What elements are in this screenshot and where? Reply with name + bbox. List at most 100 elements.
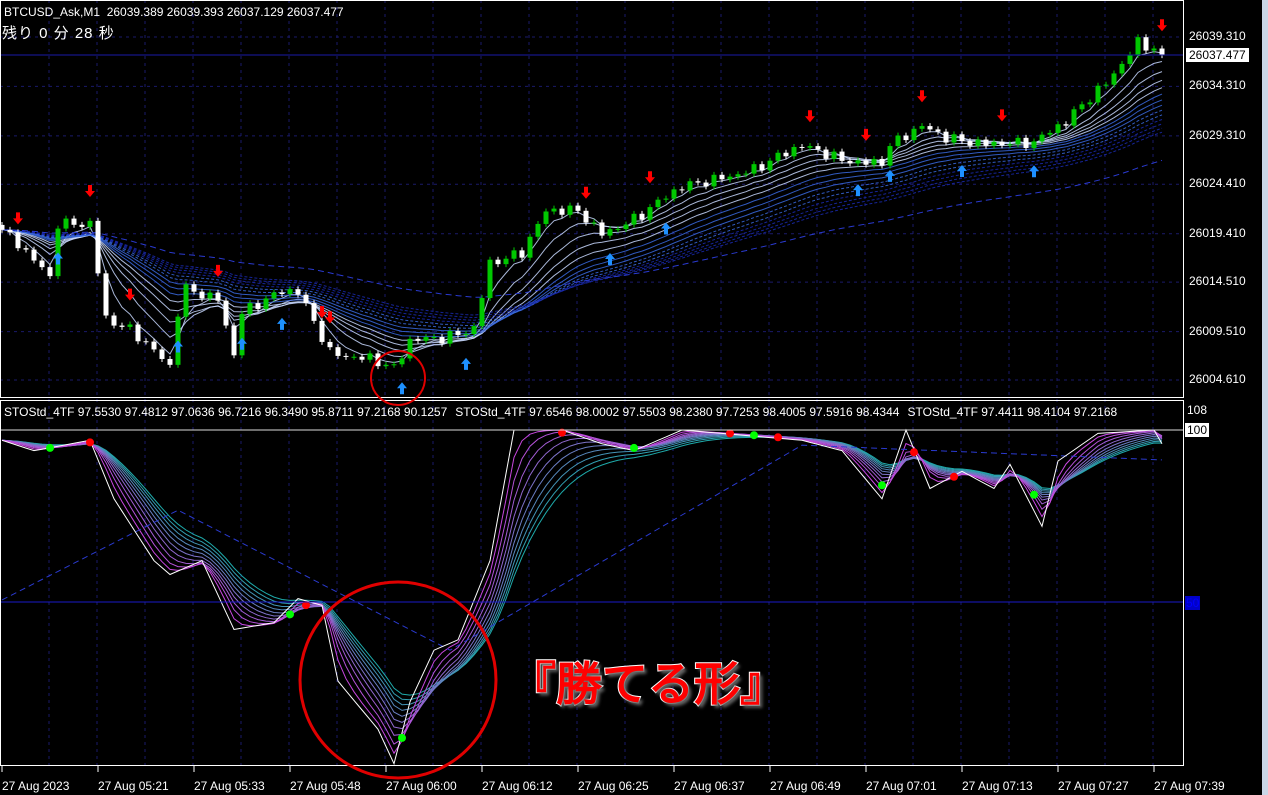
bull-candle	[711, 174, 717, 187]
bear-candle	[191, 284, 197, 292]
bull-candle	[1119, 63, 1125, 74]
bear-candle	[759, 164, 765, 171]
bull-candle	[991, 141, 997, 146]
bull-candle	[63, 218, 69, 229]
chart-header: BTCUSD_Ask,M1 26039.389 26039.393 26037.…	[4, 5, 344, 19]
ma-line	[1, 114, 1163, 326]
ma-line	[1, 79, 1163, 346]
bull-candle	[751, 164, 757, 174]
bull-candle	[511, 250, 517, 259]
bear-candle	[935, 129, 941, 132]
bear-candle	[927, 126, 933, 130]
price-tick-label: 26039.310	[1189, 29, 1246, 43]
bull-candle	[919, 126, 925, 129]
bull-candle	[975, 139, 981, 146]
up-arrow-icon	[885, 169, 895, 182]
bull-candle	[647, 207, 653, 220]
bull-candle	[479, 298, 485, 327]
bull-candle	[807, 146, 813, 148]
down-arrow-icon	[997, 109, 1007, 122]
ma-line	[1, 61, 1163, 358]
bear-candle	[311, 303, 317, 321]
bull-candle	[743, 173, 749, 175]
ohlc-values: 26039.389 26039.393 26037.129 26037.477	[106, 5, 344, 19]
indicator-values-1: STOStd_4TF 97.5530 97.4812 97.0636 96.72…	[4, 405, 448, 419]
bull-candle	[855, 160, 861, 164]
ma-line	[1, 99, 1163, 335]
price-tick-label: 26019.410	[1189, 225, 1246, 240]
bear-candle	[847, 160, 853, 164]
bull-candle	[1103, 84, 1109, 86]
bull-candle	[951, 134, 957, 143]
up-arrow-icon	[461, 357, 471, 370]
bull-candle	[247, 303, 253, 314]
bull-candle	[1095, 85, 1101, 103]
bull-candle	[1127, 54, 1133, 64]
bear-candle	[863, 160, 869, 165]
bear-candle	[319, 320, 325, 342]
window-edge-scrollbar[interactable]	[1262, 0, 1268, 795]
indicator-axis-108: 108	[1187, 403, 1208, 417]
bull-candle	[591, 222, 597, 224]
bear-candle	[439, 337, 445, 344]
bull-candle	[615, 229, 621, 231]
indicator-header: STOStd_4TF 97.5530 97.4812 97.0636 96.72…	[4, 405, 1125, 419]
bull-candle	[623, 224, 629, 230]
highlight-circle-price	[370, 350, 426, 406]
sell-signal-dot	[86, 438, 94, 447]
bear-candle	[39, 260, 45, 268]
bear-candle	[679, 189, 685, 191]
time-tick-label: 27 Aug 05:33	[194, 779, 265, 793]
down-arrow-icon	[917, 90, 927, 103]
bear-candle	[223, 300, 229, 326]
down-arrow-icon	[1157, 19, 1167, 32]
bull-candle	[1151, 48, 1157, 51]
ma-ribbon	[1, 51, 1163, 364]
bull-candle	[1111, 73, 1117, 85]
annotation-text: 『勝てる形』	[509, 657, 787, 711]
time-tick-label: 27 Aug 06:00	[386, 779, 457, 793]
down-arrow-icon	[805, 110, 815, 123]
buy-signal-dot	[750, 431, 758, 440]
bear-candle	[583, 210, 589, 223]
time-tick-label: 27 Aug 07:13	[962, 779, 1033, 793]
up-arrow-icon	[1029, 165, 1039, 178]
bear-candle	[7, 229, 13, 233]
candles	[0, 34, 1165, 370]
bear-candle	[943, 131, 949, 143]
bear-candle	[359, 356, 365, 360]
bear-candle	[1159, 48, 1165, 56]
time-tick-label: 27 Aug 06:25	[578, 779, 649, 793]
time-tick-label: 27 Aug 07:01	[866, 779, 937, 793]
buy-signal-dot	[878, 481, 886, 490]
bull-candle	[527, 236, 533, 258]
bull-candle	[87, 220, 93, 227]
price-tick-label: 26024.410	[1189, 176, 1246, 191]
bull-candle	[1079, 104, 1085, 110]
down-arrow-icon	[861, 128, 871, 141]
bear-candle	[23, 248, 29, 250]
bull-candle	[607, 229, 613, 236]
bear-candle	[719, 174, 725, 180]
symbol-label: BTCUSD_Ask,M1	[4, 5, 101, 19]
bear-candle	[215, 292, 221, 301]
time-tick-label: 27 Aug 07:27	[1058, 779, 1129, 793]
bull-candle	[831, 151, 837, 159]
down-arrow-icon	[13, 212, 23, 225]
bull-candle	[671, 189, 677, 199]
bear-candle	[31, 249, 37, 261]
bull-candle	[1055, 124, 1061, 133]
bull-candle	[775, 152, 781, 161]
ma-line	[1, 51, 1163, 364]
up-arrow-icon	[173, 340, 183, 353]
bear-candle	[599, 222, 605, 236]
bull-candle	[447, 331, 453, 344]
bear-candle	[151, 341, 157, 350]
bear-candle	[119, 325, 125, 327]
bull-candle	[351, 356, 357, 358]
buy-signal-dot	[398, 733, 406, 742]
bear-candle	[343, 355, 349, 357]
bear-candle	[575, 205, 581, 211]
bear-candle	[839, 151, 845, 161]
time-tick-label: 27 Aug 05:21	[98, 779, 169, 793]
